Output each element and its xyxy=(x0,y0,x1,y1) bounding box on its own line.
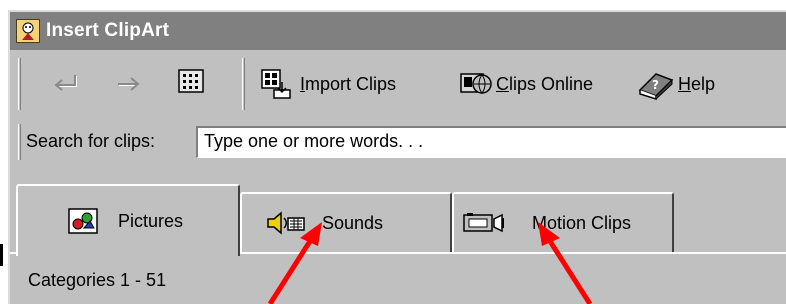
tab-sounds[interactable]: Sounds xyxy=(240,192,452,252)
categories-count: Categories 1 - 51 xyxy=(28,270,167,290)
import-clips-label: mport Clips xyxy=(305,73,397,94)
tab-strip: Pictures Sounds Motion Clips Categories … xyxy=(10,164,786,304)
clips-online-button[interactable]: Clips Online xyxy=(458,66,593,102)
window-title: Insert ClipArt xyxy=(46,20,170,41)
clipart-app-icon xyxy=(16,19,40,43)
forward-arrow-icon[interactable] xyxy=(114,68,144,98)
clips-online-accelerator: C xyxy=(496,73,509,94)
tab-pictures-label: Pictures xyxy=(118,210,184,231)
toolbar-separator xyxy=(242,58,245,110)
clips-online-label: lips Online xyxy=(509,73,594,94)
clips-online-icon xyxy=(460,73,492,94)
insert-clipart-window: Insert ClipArt Import Clips Clips Online… xyxy=(8,10,786,304)
search-bar-grip[interactable] xyxy=(18,124,21,160)
pictures-icon xyxy=(68,208,98,234)
help-button[interactable]: ? Help xyxy=(636,66,715,102)
toolbar: Import Clips Clips Online ? Help xyxy=(10,50,786,120)
tab-sounds-label: Sounds xyxy=(322,212,384,233)
help-label: elp xyxy=(691,73,716,94)
tab-motion-clips[interactable]: Motion Clips xyxy=(452,192,674,252)
toolbar-grip[interactable] xyxy=(18,58,21,110)
keypad-icon[interactable] xyxy=(176,66,206,96)
tab-motion-clips-label: Motion Clips xyxy=(532,212,632,233)
motion-clips-icon xyxy=(463,213,504,233)
import-clips-button[interactable]: Import Clips xyxy=(260,66,396,102)
title-bar[interactable]: Insert ClipArt xyxy=(10,12,786,50)
svg-text:?: ? xyxy=(652,78,659,92)
search-label: Search for clips: xyxy=(26,131,156,151)
search-input[interactable]: Type one or more words. . . xyxy=(196,126,786,158)
help-accelerator: H xyxy=(678,73,691,94)
sounds-icon xyxy=(267,211,305,235)
help-book-icon: ? xyxy=(638,73,674,100)
screenshot-frame: Insert ClipArt Import Clips Clips Online… xyxy=(0,0,786,304)
import-clips-icon xyxy=(261,69,291,99)
search-bar: Search for clips: Type one or more words… xyxy=(10,120,786,164)
tab-pictures[interactable]: Pictures xyxy=(16,184,240,256)
back-arrow-icon[interactable] xyxy=(50,68,80,98)
edge-marker xyxy=(0,244,3,266)
